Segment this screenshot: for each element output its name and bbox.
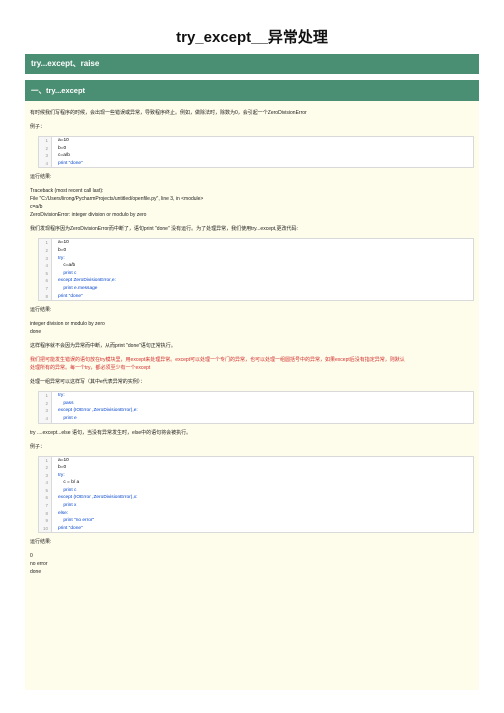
code-line: else:: [58, 510, 69, 516]
code-line: print "done": [58, 525, 83, 531]
traceback-line: c=a/b: [30, 204, 43, 211]
code-line: b=0: [58, 465, 67, 471]
code-line: a=10: [58, 138, 69, 143]
output-line: integer division or modulo by zero: [30, 321, 105, 328]
code-line: try:: [58, 472, 65, 478]
line-number: 7: [45, 503, 48, 509]
run-result-label: 运行结果:: [30, 539, 52, 546]
line-number: 3: [45, 408, 48, 414]
line-number-gutter: 1 2 3 4 5 6 7 8: [39, 239, 52, 301]
code-line: a=10: [58, 457, 69, 463]
line-number: 6: [45, 278, 48, 284]
code-line: c = b/ a: [58, 480, 80, 486]
explanation-paragraph: 这样程序就不会因为异常而中断，从而print "done"语句正常执行。: [30, 343, 176, 350]
article-content: 有时候我们写程序的时候，会出现一些错误或异常，导致程序终止。例如，做除法时，除数…: [25, 101, 479, 690]
code-line: c=a/b: [58, 153, 70, 159]
code-block-3: 1 2 3 4 try: pass except (IOError ,ZeroD…: [38, 391, 474, 424]
line-number: 2: [45, 145, 48, 151]
line-number: 8: [45, 510, 48, 516]
traceback-line: Traceback (most recent call last):: [30, 188, 104, 195]
highlight-paragraph: 我们把可能发生错误的语句放在try模块里，用except来处理异常。except…: [30, 357, 405, 364]
line-number: 1: [45, 393, 48, 399]
highlight-paragraph: 处理所有的异常。每一个try，都必须至少有一个except: [30, 365, 151, 372]
page-title: try_except__异常处理: [176, 29, 328, 46]
code-line: pass: [58, 400, 74, 406]
code-line: print "no error": [58, 518, 95, 524]
line-number: 1: [45, 138, 48, 143]
code-line: a=10: [58, 240, 69, 246]
code-line: print "done": [58, 160, 83, 166]
section-banner-main: try...except、raise: [25, 54, 479, 74]
line-number: 2: [45, 400, 48, 406]
line-number: 5: [45, 487, 48, 493]
line-number: 4: [45, 480, 48, 486]
code-line: print "done": [58, 293, 83, 299]
line-number: 4: [45, 160, 48, 166]
code-line: print c: [58, 270, 77, 276]
code-line: except ZeroDivisionError,e:: [58, 278, 116, 284]
intro-paragraph: 有时候我们写程序的时候，会出现一些错误或异常，导致程序终止。例如，做除法时，除数…: [30, 110, 307, 116]
traceback-line: File "C:/Users/lirong/PycharmProjects/un…: [30, 196, 204, 203]
line-number: 6: [45, 495, 48, 501]
line-number: 1: [45, 457, 48, 463]
run-result-label: 运行结果:: [30, 174, 52, 181]
output-line: no error: [30, 561, 48, 568]
explanation-paragraph: 我们发现程序因为ZeroDivisionError而中断了，语句print "d…: [30, 226, 298, 233]
line-number: 7: [45, 285, 48, 291]
traceback-line: ZeroDivisionError: integer division or m…: [30, 212, 147, 219]
line-number: 3: [45, 472, 48, 478]
line-number: 3: [45, 255, 48, 261]
output-line: 0: [30, 553, 33, 560]
code-line: print c: [58, 487, 77, 493]
run-result-label: 运行结果:: [30, 307, 52, 314]
code-line: print e.message: [58, 285, 98, 291]
line-number: 5: [45, 270, 48, 276]
line-number: 3: [45, 153, 48, 159]
output-line: done: [30, 569, 42, 576]
line-number-gutter: 1 2 3 4 5 6 7 8 9 10: [39, 456, 52, 533]
explanation-paragraph: 处理一组异常可以这样写（其中e代表异常的实例）：: [30, 379, 146, 386]
line-number: 2: [45, 247, 48, 253]
document-page: try_except__异常处理 try...except、raise 一、tr…: [0, 0, 504, 713]
line-number-gutter: 1 2 3 4: [39, 392, 52, 423]
code-line: b=0: [58, 145, 67, 151]
line-number: 2: [45, 465, 48, 471]
example-label: 例子：: [30, 443, 46, 450]
code-line: except (IOError ,ZeroDivisionError),e:: [58, 408, 138, 414]
line-number: 4: [45, 263, 48, 269]
explanation-paragraph: try ....except...else 语句，当没有异常发生时，else中的…: [30, 429, 192, 436]
line-number-gutter: 1 2 3 4: [39, 137, 52, 168]
code-line: except (IOError ,ZeroDivisionError),x:: [58, 495, 138, 501]
code-line: print e: [58, 415, 77, 421]
section-banner-sub: 一、try...except: [25, 80, 479, 101]
code-block-4: 1 2 3 4 5 6 7 8 9 10 a=10 b=0 try: c = b…: [38, 455, 474, 534]
line-number: 4: [45, 415, 48, 421]
code-line: print x: [58, 503, 77, 509]
output-line: done: [30, 329, 42, 336]
code-line: try:: [58, 393, 65, 399]
code-line: try:: [58, 255, 65, 261]
line-number: 1: [45, 240, 48, 246]
line-number: 9: [45, 518, 48, 524]
code-line: c=a/b: [58, 263, 76, 269]
line-number: 8: [45, 293, 48, 299]
example-label: 例子：: [30, 124, 46, 130]
line-number: 10: [42, 525, 48, 531]
code-block-2: 1 2 3 4 5 6 7 8 a=10 b=0 try: c=a/b prin…: [38, 238, 474, 302]
code-block-1: 1 2 3 4 a=10 b=0 c=a/b print "done": [38, 136, 474, 169]
code-line: b=0: [58, 247, 67, 253]
